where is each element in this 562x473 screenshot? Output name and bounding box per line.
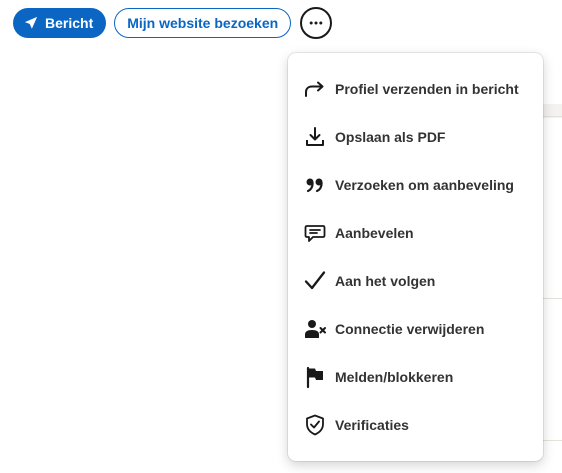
menu-item-recommend[interactable]: Aanbevelen	[288, 209, 543, 257]
menu-item-label: Connectie verwijderen	[335, 321, 485, 337]
download-icon	[303, 125, 327, 149]
menu-item-following[interactable]: Aan het volgen	[288, 257, 543, 305]
message-button-label: Bericht	[45, 15, 94, 31]
menu-item-label: Profiel verzenden in bericht	[335, 81, 519, 97]
visit-website-button[interactable]: Mijn website bezoeken	[114, 8, 292, 38]
share-arrow-icon	[303, 77, 327, 101]
more-actions-button[interactable]	[300, 7, 333, 39]
menu-item-request-recommendation[interactable]: Verzoeken om aanbeveling	[288, 161, 543, 209]
menu-item-verifications[interactable]: Verificaties	[288, 401, 543, 449]
visit-website-label: Mijn website bezoeken	[127, 15, 279, 31]
menu-item-label: Aanbevelen	[335, 225, 414, 241]
menu-item-label: Melden/blokkeren	[335, 369, 454, 385]
profile-actions: Bericht Mijn website bezoeken	[13, 7, 333, 39]
profile-page: Bericht Mijn website bezoeken Profiel ve…	[0, 0, 562, 473]
menu-item-report-block[interactable]: Melden/blokkeren	[288, 353, 543, 401]
menu-item-send-profile[interactable]: Profiel verzenden in bericht	[288, 65, 543, 113]
speech-bubble-icon	[303, 221, 327, 245]
flag-icon	[303, 365, 327, 389]
menu-item-save-pdf[interactable]: Opslaan als PDF	[288, 113, 543, 161]
message-button[interactable]: Bericht	[13, 8, 107, 38]
quote-icon	[303, 173, 327, 197]
menu-item-label: Verificaties	[335, 417, 409, 433]
menu-item-label: Verzoeken om aanbeveling	[335, 177, 514, 193]
remove-person-icon	[303, 317, 327, 341]
more-actions-dropdown: Profiel verzenden in bericht Opslaan als…	[288, 53, 543, 461]
checkmark-icon	[303, 269, 327, 293]
shield-check-icon	[303, 413, 327, 437]
ellipsis-icon	[309, 20, 323, 26]
paper-plane-icon	[24, 16, 38, 30]
menu-item-label: Aan het volgen	[335, 273, 436, 289]
menu-item-remove-connection[interactable]: Connectie verwijderen	[288, 305, 543, 353]
menu-item-label: Opslaan als PDF	[335, 129, 446, 145]
